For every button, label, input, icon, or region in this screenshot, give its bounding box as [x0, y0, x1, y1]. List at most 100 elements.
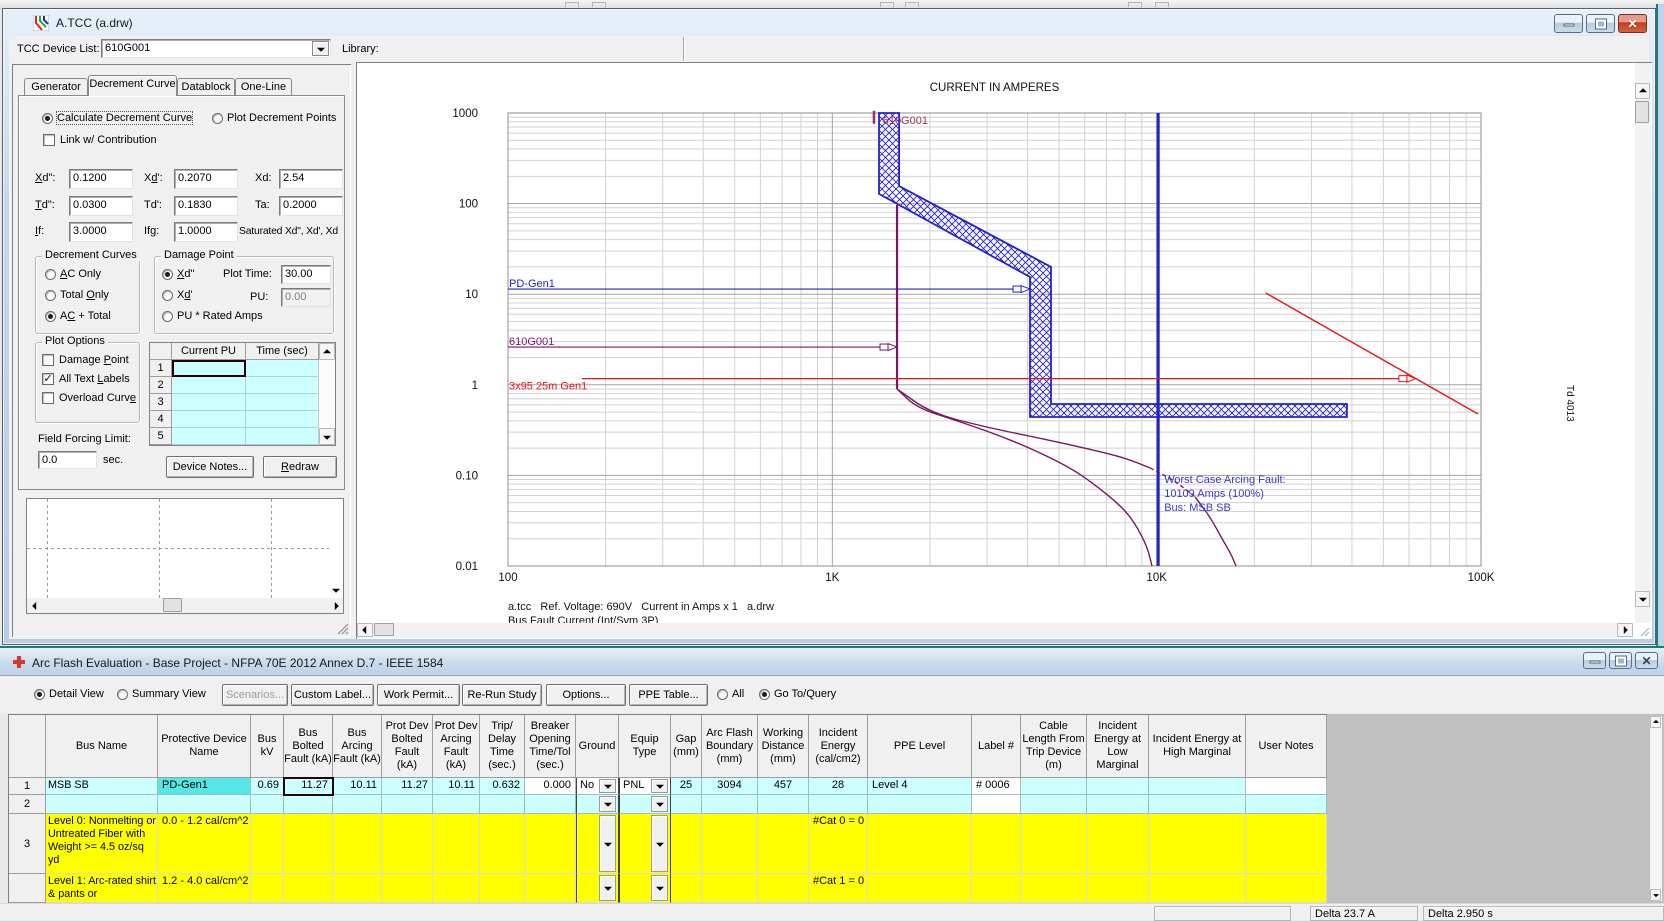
af-cell-r4c11[interactable] — [619, 874, 671, 903]
af-cell-r2c10[interactable] — [576, 795, 619, 814]
minimize-button[interactable] — [1554, 14, 1583, 33]
af-cell-r3c8[interactable] — [480, 814, 525, 874]
arc-flash-titlebar[interactable]: Arc Flash Evaluation - Base Project - NF… — [0, 648, 1664, 676]
scope-all-radio[interactable] — [717, 689, 728, 700]
af-minimize-button[interactable] — [1583, 652, 1606, 669]
field-forcing-input[interactable]: 0.0 — [38, 451, 97, 469]
af-cell-r3c17[interactable] — [972, 814, 1021, 874]
chart-hscroll-thumb[interactable] — [374, 623, 394, 636]
chart-scroll-right-button[interactable] — [1617, 623, 1633, 637]
af-cell-r2c19[interactable] — [1087, 795, 1149, 814]
af-cell-r2c12[interactable] — [671, 795, 702, 814]
af-cell-r1c11[interactable]: PNL — [619, 778, 671, 795]
panel-resize-grip[interactable] — [336, 622, 349, 635]
af-cell-r4c3[interactable] — [251, 874, 284, 903]
decrement-ac-only-radio[interactable] — [45, 269, 56, 280]
pu-cell-r0c1[interactable] — [246, 360, 319, 377]
af-cell-r1c5[interactable]: 10.11 — [333, 778, 382, 795]
device-list-combobox[interactable]: 610G001 — [101, 39, 331, 58]
af-cell-r1c6[interactable]: 11.27 — [382, 778, 433, 795]
af-cell-r1c20[interactable] — [1149, 778, 1246, 795]
af-cell-r3c4[interactable] — [284, 814, 333, 874]
pu-scroll-up-button[interactable] — [319, 343, 335, 360]
af-combo-dropdown-button[interactable] — [651, 779, 668, 793]
pu-scroll-down-button[interactable] — [319, 428, 335, 445]
chart-hscrollbar[interactable] — [357, 623, 1633, 638]
re-run-study-button[interactable]: Re-Run Study — [462, 684, 542, 706]
af-cell-r1c13[interactable]: 3094 — [702, 778, 758, 795]
decrement-total-only-radio[interactable] — [45, 290, 56, 301]
detail-view-radio[interactable] — [34, 689, 45, 700]
af-cell-r4c2[interactable]: 1.2 - 4.0 cal/cm^2 — [158, 874, 251, 903]
af-combo-dropdown-button[interactable] — [599, 875, 616, 901]
af-cell-r4c17[interactable] — [972, 874, 1021, 903]
af-cell-r4c7[interactable] — [433, 874, 480, 903]
af-cell-r1c2[interactable]: PD-Gen1 — [158, 778, 251, 795]
go-to-query-radio[interactable] — [759, 689, 770, 700]
preview-hscroll-thumb[interactable] — [163, 598, 182, 612]
af-cell-r2c21[interactable] — [1246, 795, 1327, 814]
af-cell-r4c18[interactable] — [1021, 874, 1087, 903]
af-cell-r4c8[interactable] — [480, 874, 525, 903]
af-cell-r1c8[interactable]: 0.632 — [480, 778, 525, 795]
af-cell-r2c13[interactable] — [702, 795, 758, 814]
af-cell-r3c21[interactable] — [1246, 814, 1327, 874]
param-input-6[interactable]: 3.0000 — [69, 222, 133, 242]
af-cell-r4c5[interactable] — [333, 874, 382, 903]
af-cell-r2c3[interactable] — [251, 795, 284, 814]
af-cell-r4c10[interactable] — [576, 874, 619, 903]
pu-cell-r1c1[interactable] — [246, 377, 319, 394]
options--button[interactable]: Options... — [546, 684, 626, 706]
af-cell-r3c19[interactable] — [1087, 814, 1149, 874]
custom-label--button[interactable]: Custom Label... — [291, 684, 374, 706]
preview-scroll-down-button[interactable] — [328, 582, 343, 597]
af-cell-r2c18[interactable] — [1021, 795, 1087, 814]
af-cell-r2c9[interactable] — [525, 795, 576, 814]
af-cell-r1c1[interactable]: MSB SB — [46, 778, 158, 795]
af-cell-r2c4[interactable] — [284, 795, 333, 814]
af-cell-r3c10[interactable] — [576, 814, 619, 874]
device-notes-button[interactable]: Device Notes... — [166, 456, 254, 478]
damage-xd--radio[interactable] — [162, 269, 173, 280]
af-cell-r3c15[interactable]: #Cat 0 = 0 — [809, 814, 868, 874]
chart-vscroll-thumb[interactable] — [1635, 101, 1649, 123]
preview-hscrollbar[interactable] — [27, 598, 343, 613]
af-cell-r2c15[interactable] — [809, 795, 868, 814]
af-combo-dropdown-button[interactable] — [651, 796, 668, 812]
af-combo-dropdown-button[interactable] — [651, 875, 668, 901]
af-cell-r3c7[interactable] — [433, 814, 480, 874]
chart-resize-grip[interactable] — [1638, 625, 1650, 637]
af-cell-r3c20[interactable] — [1149, 814, 1246, 874]
af-cell-r2c6[interactable] — [382, 795, 433, 814]
af-cell-r1c17[interactable]: # 0006 — [972, 778, 1021, 795]
af-cell-r3c6[interactable] — [382, 814, 433, 874]
damage-xd--radio[interactable] — [162, 290, 173, 301]
af-vscrollbar[interactable] — [1650, 716, 1662, 901]
pu-cell-r2c1[interactable] — [246, 394, 319, 411]
af-cell-r1c12[interactable]: 25 — [671, 778, 702, 795]
param-input-5[interactable]: 0.2000 — [279, 196, 343, 216]
af-cell-r1c3[interactable]: 0.69 — [251, 778, 284, 795]
af-cell-r3c18[interactable] — [1021, 814, 1087, 874]
af-cell-r2c8[interactable] — [480, 795, 525, 814]
af-cell-r3c1[interactable]: Level 0: Nonmelting or Untreated Fiber w… — [46, 814, 158, 874]
plotopt-overload-curve-checkbox[interactable] — [42, 392, 54, 404]
af-cell-r3c14[interactable] — [758, 814, 809, 874]
chart-scroll-down-button[interactable] — [1635, 591, 1650, 607]
af-cell-r3c16[interactable] — [868, 814, 972, 874]
af-cell-r2c7[interactable] — [433, 795, 480, 814]
af-cell-r1c16[interactable]: Level 4 — [868, 778, 972, 795]
af-close-button[interactable]: ✕ — [1635, 652, 1658, 669]
af-cell-r1c15[interactable]: 28 — [809, 778, 868, 795]
pu-cell-r2c0[interactable] — [172, 394, 246, 411]
af-cell-r1c4[interactable]: 11.27 — [284, 778, 333, 795]
chart-vscrollbar[interactable] — [1635, 63, 1651, 623]
af-scroll-down-button[interactable] — [1650, 889, 1661, 901]
af-combo-dropdown-button[interactable] — [599, 779, 616, 793]
af-cell-r2c16[interactable] — [868, 795, 972, 814]
af-cell-r4c12[interactable] — [671, 874, 702, 903]
af-cell-r2c2[interactable] — [158, 795, 251, 814]
preview-scroll-right-button[interactable] — [328, 598, 343, 613]
param-input-7[interactable]: 1.0000 — [174, 222, 238, 242]
pu-cell-r1c0[interactable] — [172, 377, 246, 394]
